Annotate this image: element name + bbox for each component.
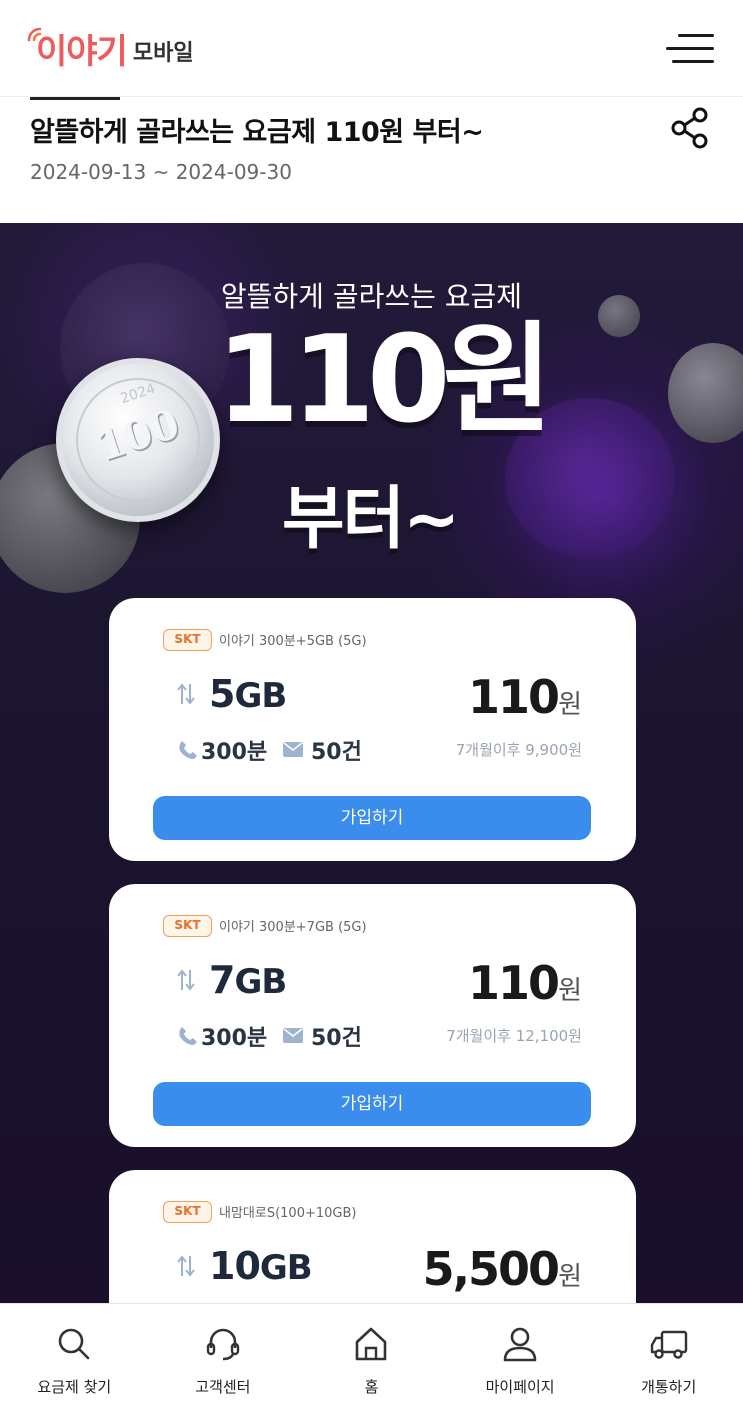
plan-price: 110원 <box>468 670 582 724</box>
hamburger-menu-icon[interactable] <box>666 30 714 66</box>
plan-card[interactable]: SKT 내맘대로S(100+10GB) 10GB 5,500원 <box>109 1170 636 1303</box>
data-amount: 10GB <box>209 1244 313 1288</box>
data-number: 5 <box>209 672 235 716</box>
carrier-badge: SKT <box>163 629 212 651</box>
data-transfer-icon <box>177 1255 195 1277</box>
brand-logo[interactable]: 이야기 모바일 <box>26 26 194 72</box>
banner-subtitle: 알뜰하게 골라쓰는 요금제 <box>220 280 523 313</box>
nav-label: 요금제 찾기 <box>37 1378 112 1396</box>
join-button[interactable]: 가입하기 <box>153 1082 591 1126</box>
data-number: 7 <box>209 958 235 1002</box>
sms-count: 50건 <box>311 740 362 765</box>
logo-sub-text: 모바일 <box>132 41 194 66</box>
data-transfer-icon <box>177 683 195 705</box>
after-price: 7개월이후 12,100원 <box>446 1027 582 1045</box>
user-icon <box>503 1327 537 1362</box>
nav-label: 홈 <box>364 1378 379 1396</box>
event-title: 알뜰하게 골라쓰는 요금제 110원 부터~ <box>30 117 484 148</box>
plan-price: 5,500원 <box>423 1242 582 1296</box>
price-number: 110 <box>468 956 560 1010</box>
banner-price: 110원 <box>216 311 553 450</box>
data-unit: GB <box>234 676 287 716</box>
plan-card[interactable]: SKT 이야기 300분+7GB (5G) 7GB 110원 300분 50건 … <box>109 884 636 1147</box>
event-date: 2024-09-13 ~ 2024-09-30 <box>30 160 292 184</box>
event-banner: 알뜰하게 골라쓰는 요금제 110원 부터~ 2024 100 SKT 이야기 … <box>0 223 743 1303</box>
nav-label: 개통하기 <box>641 1378 697 1396</box>
mail-icon <box>283 742 303 757</box>
mail-icon <box>283 1028 303 1043</box>
logo-brand-text: 이야기 <box>36 32 128 72</box>
price-number: 110 <box>468 670 560 724</box>
signal-wave-icon <box>27 27 42 42</box>
truck-icon <box>650 1330 687 1359</box>
call-minutes: 300분 <box>201 740 268 765</box>
headset-icon <box>206 1328 240 1361</box>
app-header: 이야기 모바일 <box>0 0 743 97</box>
nav-item-support[interactable]: 고객센터 <box>149 1304 298 1410</box>
price-unit: 원 <box>558 690 582 720</box>
call-minutes: 300분 <box>201 1026 268 1051</box>
plan-name: 내맘대로S(100+10GB) <box>219 1206 357 1221</box>
data-unit: GB <box>234 962 287 1002</box>
phone-icon <box>179 1027 197 1045</box>
silver-coin-icon: 2024 100 <box>56 358 220 522</box>
price-number: 5,500 <box>422 1242 561 1296</box>
data-number: 10 <box>209 1244 261 1288</box>
title-accent-bar <box>30 97 120 100</box>
phone-icon <box>179 741 197 759</box>
search-icon <box>58 1328 90 1360</box>
carrier-badge: SKT <box>163 915 212 937</box>
nav-item-plan-search[interactable]: 요금제 찾기 <box>0 1304 149 1410</box>
plan-price: 110원 <box>468 956 582 1010</box>
bottom-nav: 요금제 찾기 고객센터 홈 마이페이지 개통하기 <box>0 1303 743 1410</box>
data-amount: 7GB <box>209 958 287 1002</box>
nav-item-mypage[interactable]: 마이페이지 <box>446 1304 595 1410</box>
plan-name: 이야기 300분+5GB (5G) <box>219 634 367 649</box>
nav-item-home[interactable]: 홈 <box>297 1304 446 1410</box>
carrier-badge: SKT <box>163 1201 212 1223</box>
price-unit: 원 <box>558 1262 582 1292</box>
nav-label: 마이페이지 <box>485 1378 555 1396</box>
nav-label: 고객센터 <box>195 1378 251 1396</box>
share-icon[interactable] <box>670 106 710 150</box>
plan-card[interactable]: SKT 이야기 300분+5GB (5G) 5GB 110원 300분 50건 … <box>109 598 636 861</box>
join-button[interactable]: 가입하기 <box>153 796 591 840</box>
data-unit: GB <box>259 1248 313 1288</box>
plan-name: 이야기 300분+7GB (5G) <box>219 920 367 935</box>
data-transfer-icon <box>177 969 195 991</box>
home-icon <box>356 1327 387 1361</box>
after-price: 7개월이후 9,900원 <box>455 741 582 759</box>
data-amount: 5GB <box>209 672 287 716</box>
sms-count: 50건 <box>311 1026 362 1051</box>
nav-item-activate[interactable]: 개통하기 <box>594 1304 743 1410</box>
banner-from-text: 부터~ <box>282 480 460 559</box>
price-unit: 원 <box>558 976 582 1006</box>
